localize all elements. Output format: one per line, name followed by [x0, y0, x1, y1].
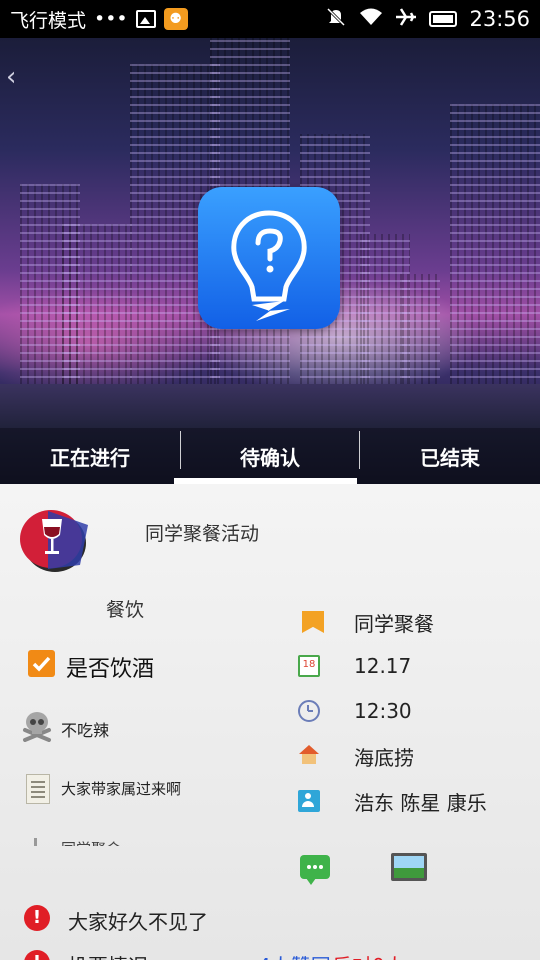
battery-icon [429, 11, 458, 27]
info-people-row: 浩东 陈星 康乐 [298, 790, 487, 815]
activity-place: 海底捞 [354, 745, 414, 770]
activity-name: 同学聚餐 [354, 611, 434, 636]
tab-finished[interactable]: 已结束 [360, 428, 540, 484]
game-icon: ⚉ [163, 8, 188, 30]
message-text: 大家好久不见了 [68, 910, 208, 934]
small-icon [34, 838, 37, 846]
alert-icon: ! [24, 950, 50, 960]
tab-in-progress[interactable]: 正在进行 [0, 428, 180, 484]
chat-button[interactable] [300, 855, 330, 885]
image-button[interactable] [391, 853, 427, 881]
tab-label: 正在进行 [50, 445, 130, 470]
vote-label: 投票情况 [68, 950, 148, 960]
contact-icon [298, 790, 320, 812]
info-place-row: 海底捞 [298, 745, 414, 770]
more-dots: ••• [94, 8, 128, 30]
drink-checkbox[interactable] [28, 650, 55, 677]
wine-glass-icon [18, 505, 88, 575]
image-icon [135, 10, 156, 28]
airplane-icon [395, 7, 417, 32]
status-bar: 飞行模式 ••• ⚉ 23:56 [0, 0, 540, 38]
clipped-list-item: 同学聚会 [22, 834, 282, 846]
clipped-text: 同学聚会 [61, 838, 121, 846]
building [450, 104, 540, 394]
info-time-row: 12:30 [298, 699, 412, 723]
vote-agree: 4人赞同 [258, 950, 331, 960]
calendar-icon: 18 [298, 655, 320, 677]
vote-summary-row: ! 投票情况 4人赞同 反对0人 [0, 946, 540, 960]
lightbulb-question-icon [198, 187, 340, 329]
tab-bar: 正在进行 待确认 已结束 [0, 428, 540, 484]
bookmark-icon [302, 611, 324, 633]
check-icon [32, 656, 51, 672]
tab-label: 已结束 [420, 445, 480, 470]
back-button[interactable]: ‹ [6, 62, 16, 92]
info-date-row: 18 12.17 [298, 654, 411, 678]
clock-icon [298, 700, 320, 722]
note-icon [26, 774, 50, 804]
clock: 23:56 [469, 7, 530, 31]
activity-title: 同学聚餐活动 [145, 523, 260, 545]
spicy-preference: 不吃辣 [61, 721, 110, 740]
building [62, 224, 132, 394]
activity-time: 12:30 [354, 699, 412, 723]
skull-icon [22, 710, 52, 742]
family-note: 大家带家属过来啊 [61, 780, 182, 798]
info-name-row: 同学聚餐 [298, 611, 434, 636]
activity-category: 餐饮 [106, 599, 145, 621]
drink-label: 是否饮酒 [66, 657, 155, 682]
activity-date: 12.17 [354, 654, 412, 678]
wifi-icon [359, 7, 383, 32]
tab-label: 待确认 [240, 445, 300, 470]
house-icon [298, 745, 320, 767]
building [400, 274, 440, 394]
mute-icon [325, 6, 347, 33]
activity-people: 浩东 陈星 康乐 [354, 790, 487, 815]
vote-oppose: 反对0人 [332, 950, 405, 960]
alert-icon: ! [24, 905, 50, 931]
hero-banner: ‹ [0, 38, 540, 484]
carrier-label: 飞行模式 [10, 9, 87, 32]
tab-pending[interactable]: 待确认 [180, 428, 360, 484]
tab-divider [180, 431, 181, 469]
